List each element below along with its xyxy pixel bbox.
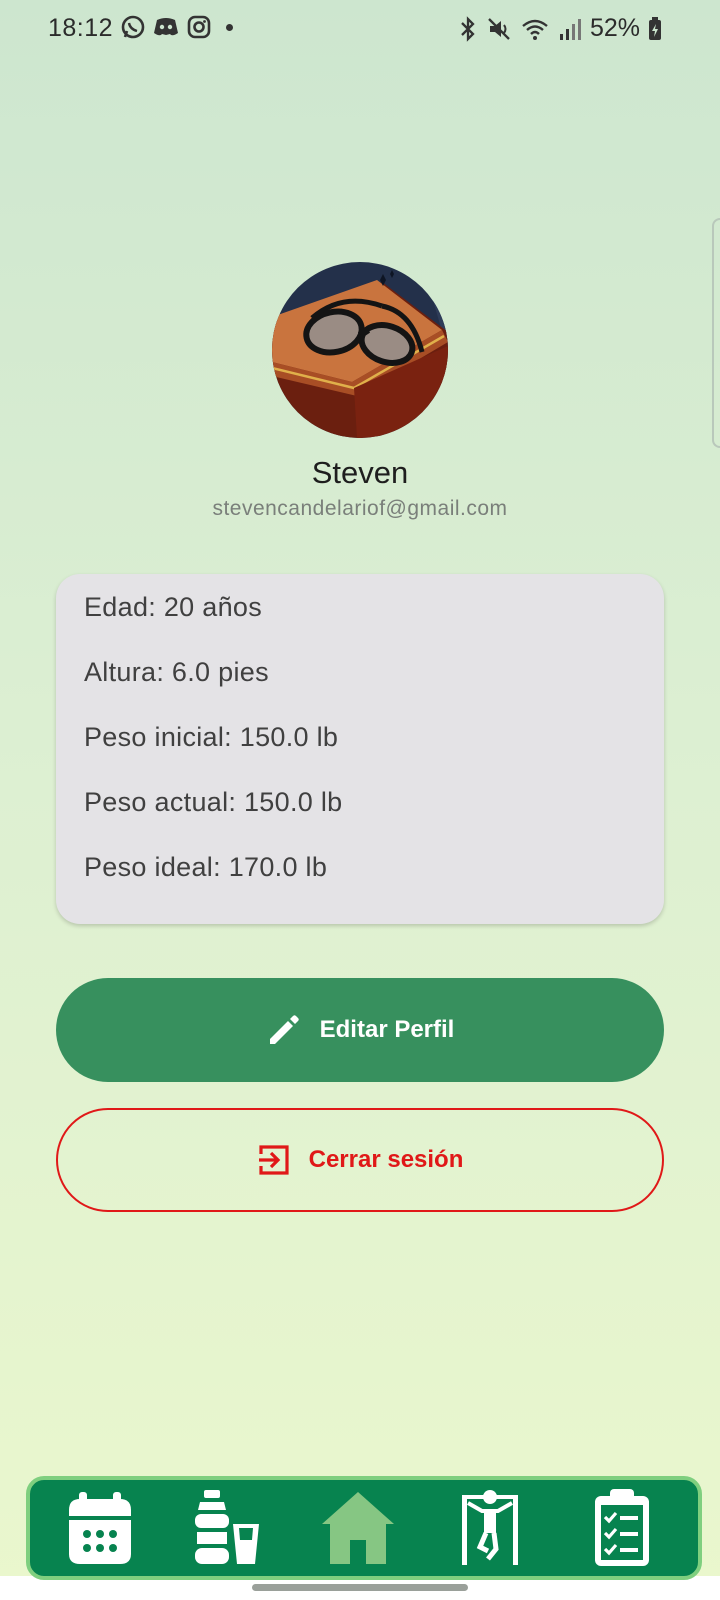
nav-home[interactable] [318, 1488, 398, 1568]
profile-info-card: Edad: 20 años Altura: 6.0 pies Peso inic… [56, 574, 664, 924]
home-icon [322, 1492, 394, 1564]
nav-calendar[interactable] [60, 1488, 140, 1568]
edit-profile-button[interactable]: Editar Perfil [56, 978, 664, 1082]
initial-weight-text: Peso inicial: 150.0 lb [84, 722, 339, 752]
notification-icons [120, 14, 233, 40]
edit-profile-label: Editar Perfil [319, 1016, 455, 1043]
whatsapp-icon [121, 15, 145, 39]
signal-icon [559, 18, 581, 40]
checklist-icon [595, 1489, 649, 1566]
status-time: 18:12 [48, 14, 114, 42]
logout-button[interactable]: Cerrar sesión [56, 1108, 664, 1212]
battery-icon [649, 16, 661, 40]
bluetooth-icon [461, 15, 475, 42]
bottom-navigation [26, 1476, 702, 1580]
gesture-navigation-bar[interactable] [252, 1584, 468, 1591]
instagram-icon [187, 15, 211, 39]
avatar[interactable] [272, 262, 448, 438]
avatar-image [272, 262, 448, 438]
discord-icon [154, 18, 178, 36]
status-bar: 18:12 52% [0, 0, 720, 58]
more-notifications-dot [226, 23, 233, 31]
calendar-icon [69, 1492, 131, 1564]
water-bottle-icon [195, 1490, 259, 1564]
nav-checklist[interactable] [582, 1488, 662, 1568]
age-text: Edad: 20 años [84, 592, 263, 622]
pencil-icon [269, 1015, 299, 1044]
battery-percent: 52% [589, 14, 640, 42]
profile-email: stevencandelariof@gmail.com [212, 497, 508, 520]
ideal-weight-text: Peso ideal: 170.0 lb [84, 852, 328, 882]
height-text: Altura: 6.0 pies [84, 657, 269, 687]
system-status-icons: 52% [458, 14, 662, 43]
logout-label: Cerrar sesión [308, 1146, 464, 1173]
mute-icon [488, 17, 510, 40]
nav-hydration[interactable] [186, 1488, 266, 1568]
logout-icon [258, 1145, 289, 1175]
profile-name: Steven [311, 455, 409, 490]
exercise-icon [462, 1490, 518, 1565]
wifi-icon [522, 19, 548, 40]
edge-panel-handle[interactable] [712, 218, 720, 448]
current-weight-text: Peso actual: 150.0 lb [84, 787, 343, 817]
nav-exercise[interactable] [450, 1488, 530, 1568]
